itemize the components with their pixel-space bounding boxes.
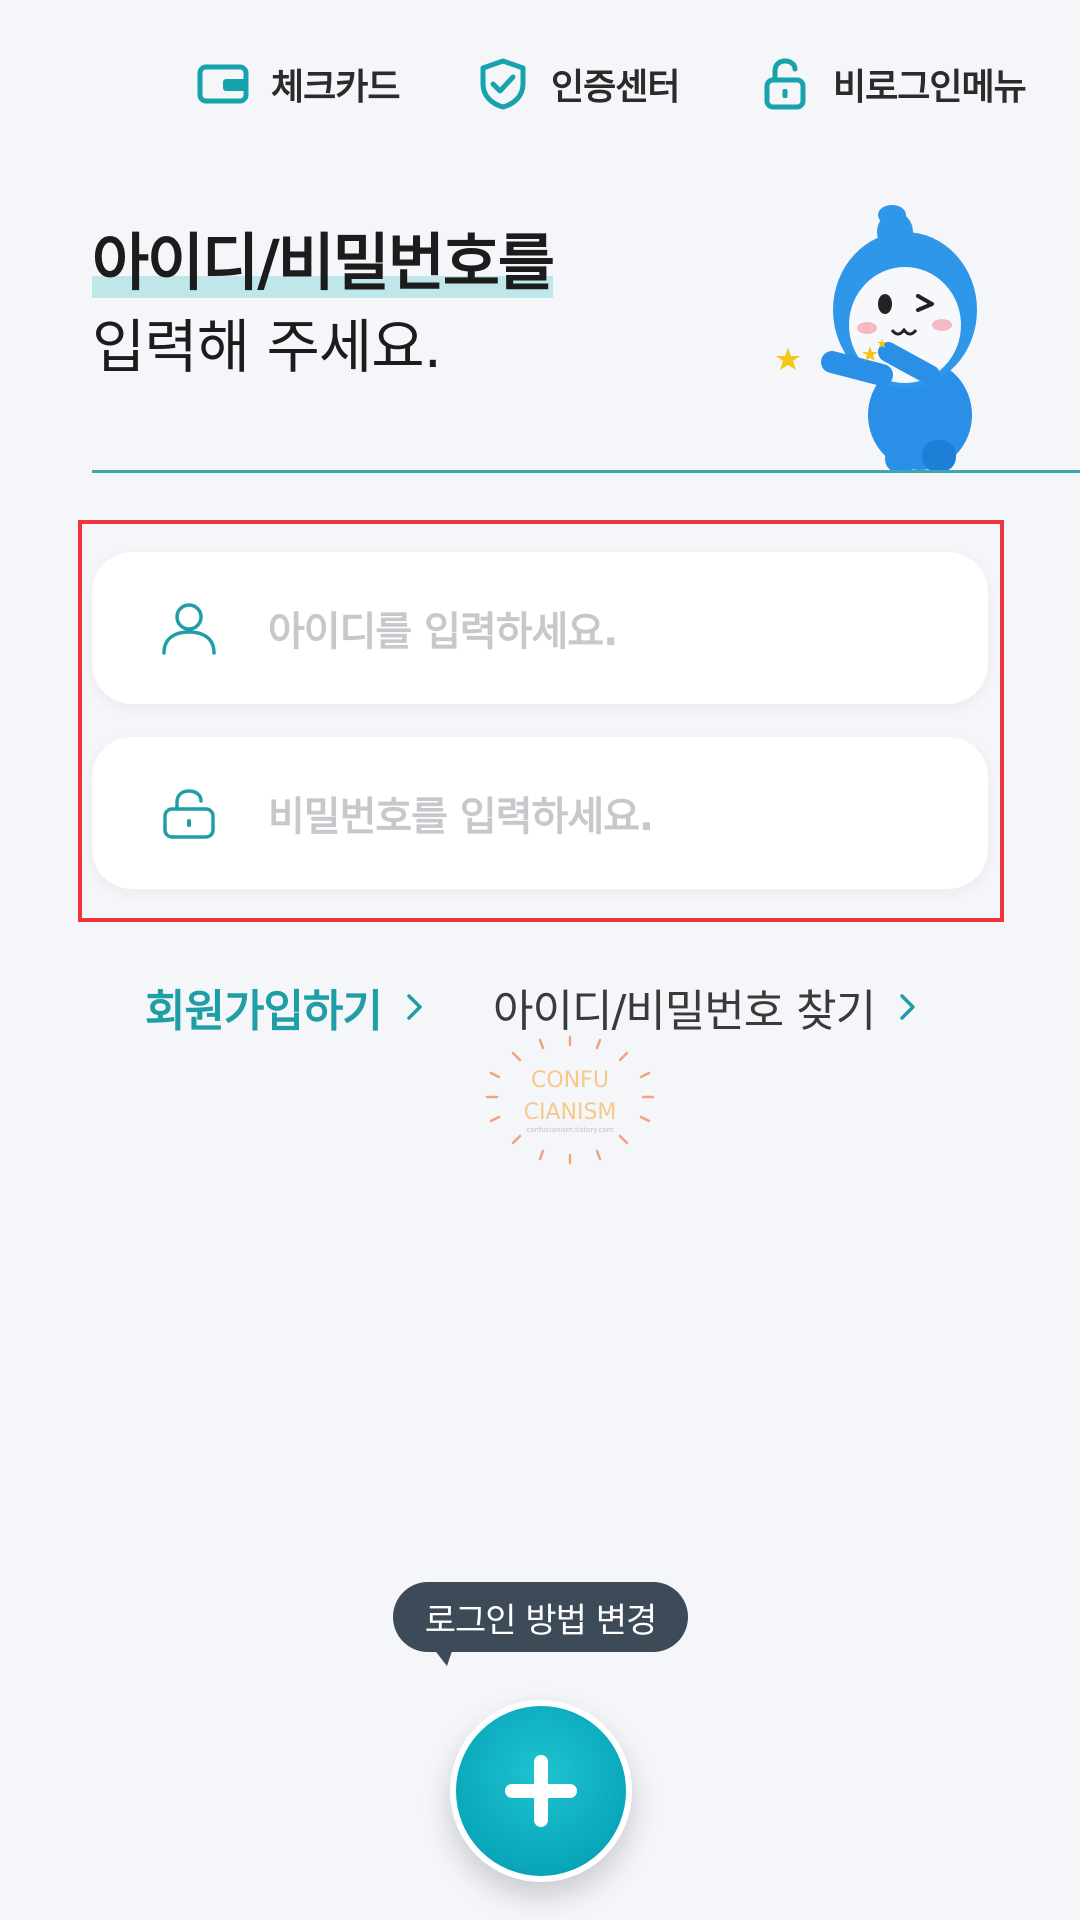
watermark-line3: confucianism.tistory.com — [526, 1126, 613, 1134]
heading-line1: 아이디/비밀번호를 — [92, 226, 555, 299]
login-method-tooltip: 로그인 방법 변경 — [393, 1582, 688, 1666]
change-login-method-button[interactable] — [450, 1700, 632, 1882]
signup-link[interactable]: 회원가입하기 — [145, 975, 426, 1039]
card-icon — [195, 56, 251, 112]
chevron-right-icon — [407, 994, 422, 1020]
find-account-link-label: 아이디/비밀번호 찾기 — [493, 986, 876, 1037]
nav-cert-center[interactable]: 인증센터 — [475, 52, 680, 116]
shield-check-icon — [475, 56, 531, 112]
find-account-link[interactable]: 아이디/비밀번호 찾기 — [493, 975, 919, 1039]
tooltip-tail — [433, 1648, 453, 1666]
id-placeholder: 아이디를 입력하세요. — [268, 609, 618, 655]
user-icon — [156, 595, 222, 661]
signup-link-label: 회원가입하기 — [145, 986, 383, 1037]
watermark-line1: CONFU — [531, 1068, 609, 1093]
nav-guest-menu[interactable]: 비로그인메뉴 — [757, 52, 1027, 116]
nav-check-card[interactable]: 체크카드 — [195, 52, 400, 116]
auth-links: 회원가입하기 아이디/비밀번호 찾기 — [0, 975, 1080, 1037]
plus-icon — [505, 1755, 577, 1827]
nav-guest-menu-label: 비로그인메뉴 — [833, 67, 1027, 108]
top-nav: 체크카드 인증센터 비로그인메뉴 — [0, 52, 1080, 116]
password-placeholder: 비밀번호를 입력하세요. — [268, 794, 654, 840]
password-field[interactable]: 비밀번호를 입력하세요. — [92, 737, 988, 889]
page-heading: 아이디/비밀번호를 입력해 주세요. — [92, 222, 555, 390]
unlock-icon — [757, 56, 813, 112]
id-field[interactable]: 아이디를 입력하세요. — [92, 552, 988, 704]
heading-line1-wrap: 아이디/비밀번호를 — [92, 222, 555, 304]
nav-check-card-label: 체크카드 — [271, 67, 400, 108]
unlock-icon — [156, 780, 222, 846]
heading-line2: 입력해 주세요. — [92, 313, 442, 381]
mascot-illustration — [770, 200, 1000, 475]
chevron-right-icon — [900, 994, 915, 1020]
nav-cert-center-label: 인증센터 — [551, 67, 680, 108]
heading-divider — [92, 470, 1080, 473]
watermark: CONFU CIANISM confucianism.tistory.com — [485, 1035, 655, 1165]
watermark-line2: CIANISM — [524, 1100, 617, 1125]
tooltip-text: 로그인 방법 변경 — [424, 1600, 658, 1641]
